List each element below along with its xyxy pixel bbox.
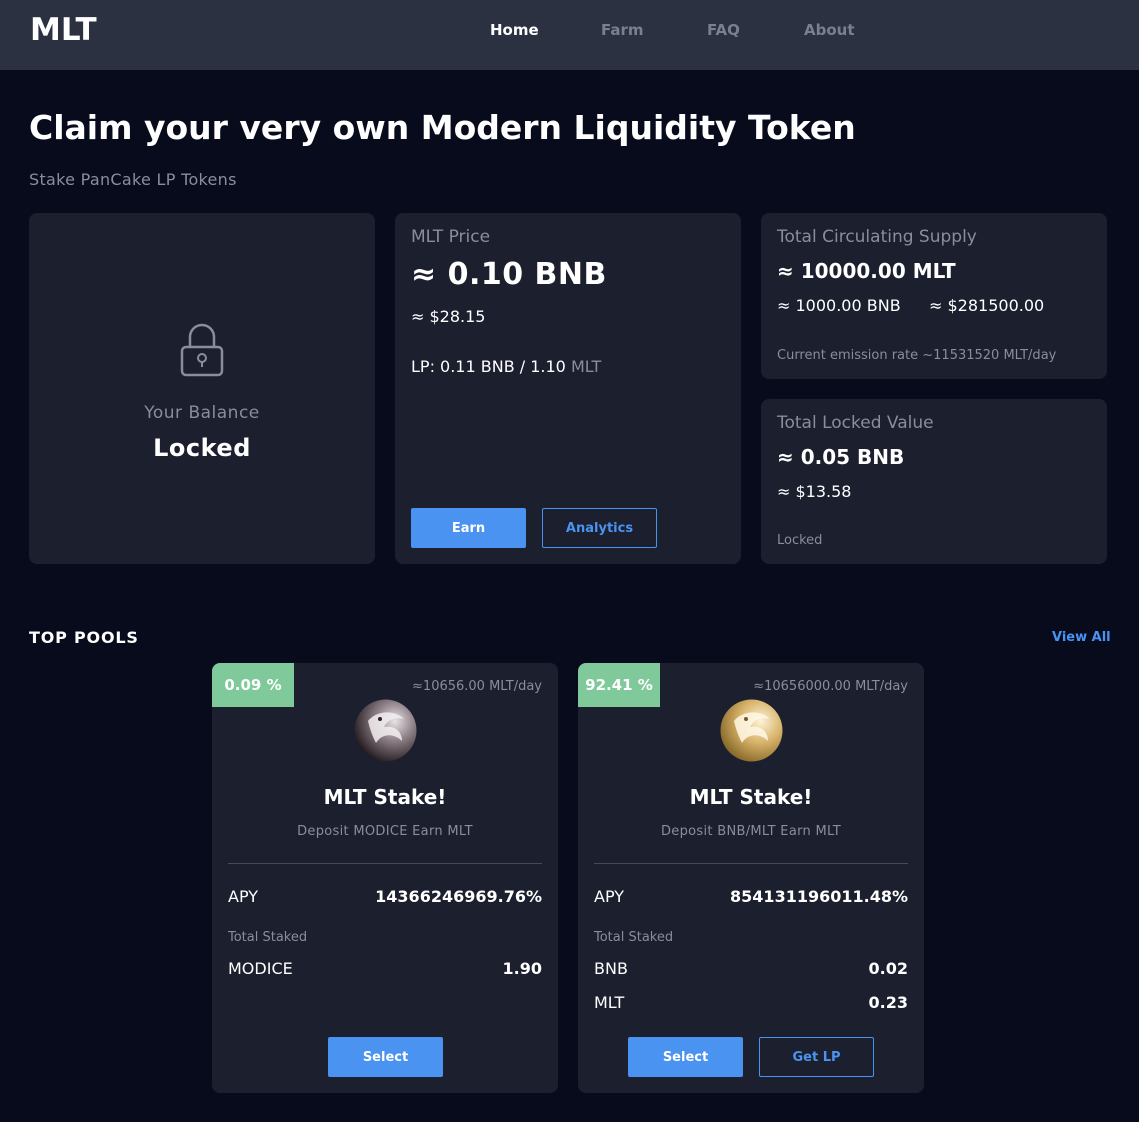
logo[interactable]: MLT: [30, 12, 97, 48]
pool-share-badge: 92.41 %: [578, 663, 660, 707]
divider: [228, 863, 542, 864]
pool-name: MLT Stake!: [323, 785, 447, 809]
lp-price-value: LP: 0.11 BNB / 1.10: [411, 357, 566, 376]
pool-rate: ≈10656000.00 MLT/day: [753, 679, 908, 694]
get-lp-button[interactable]: Get LP: [759, 1037, 874, 1077]
tvl-status: Locked: [777, 533, 823, 548]
staked-token-mlt: MLT: [594, 993, 625, 1012]
tvl-value: ≈ 0.05 BNB: [777, 445, 905, 469]
earn-button[interactable]: Earn: [411, 508, 526, 548]
analytics-button[interactable]: Analytics: [542, 508, 657, 548]
staked-amount-mlt: 0.23: [868, 993, 908, 1012]
top-pools-title: TOP POOLS: [29, 628, 139, 647]
select-pool-button[interactable]: Select: [628, 1037, 743, 1077]
balance-label: Your Balance: [144, 403, 260, 423]
pool-share-badge: 0.09 %: [212, 663, 294, 707]
page-subtitle: Stake PanCake LP Tokens: [29, 170, 237, 189]
balance-card: Your Balance Locked: [29, 213, 375, 564]
staked-amount-bnb: 0.02: [868, 959, 908, 978]
divider: [594, 863, 908, 864]
staked-token-bnb: BNB: [594, 959, 628, 978]
modice-token-icon: [354, 699, 417, 762]
lock-icon: [180, 323, 224, 377]
total-staked-label: Total Staked: [228, 930, 308, 945]
nav-link-home[interactable]: Home: [490, 21, 539, 39]
tvl-usd: ≈ $13.58: [777, 482, 852, 501]
apy-label: APY: [228, 887, 259, 906]
price-card: MLT Price ≈ 0.10 BNB ≈ $28.15 LP: 0.11 B…: [395, 213, 741, 564]
bnb-mlt-token-icon: [720, 699, 783, 762]
price-label: MLT Price: [411, 227, 491, 247]
tvl-card: Total Locked Value ≈ 0.05 BNB ≈ $13.58 L…: [761, 399, 1107, 564]
supply-bnb: ≈ 1000.00 BNB: [777, 296, 901, 315]
page-title: Claim your very own Modern Liquidity Tok…: [29, 108, 856, 147]
pool-name: MLT Stake!: [689, 785, 813, 809]
total-staked-label: Total Staked: [594, 930, 674, 945]
lp-price-unit: MLT: [570, 357, 602, 376]
price-usd: ≈ $28.15: [411, 307, 486, 326]
pool-description: Deposit MODICE Earn MLT: [297, 824, 473, 839]
nav-link-faq[interactable]: FAQ: [707, 21, 740, 39]
supply-value: ≈ 10000.00 MLT: [777, 259, 956, 283]
supply-card: Total Circulating Supply ≈ 10000.00 MLT …: [761, 213, 1107, 379]
select-pool-button[interactable]: Select: [328, 1037, 443, 1077]
tvl-label: Total Locked Value: [777, 413, 934, 433]
apy-value: 14366246969.76%: [375, 887, 542, 906]
nav-link-about[interactable]: About: [804, 21, 855, 39]
supply-usd: ≈ $281500.00: [929, 296, 1045, 315]
pool-description: Deposit BNB/MLT Earn MLT: [661, 824, 841, 839]
lp-price: LP: 0.11 BNB / 1.10 MLT: [411, 357, 601, 376]
staked-amount: 1.90: [502, 959, 542, 978]
pool-card-bnb-mlt: 92.41 % ≈10656000.00 MLT/day MLT Stake! …: [578, 663, 924, 1093]
pool-card-modice: 0.09 % ≈10656.00 MLT/day MLT Stake! Depo…: [212, 663, 558, 1093]
balance-value: Locked: [153, 434, 251, 462]
price-value: ≈ 0.10 BNB: [411, 257, 607, 292]
staked-token: MODICE: [228, 959, 293, 978]
nav-link-farm[interactable]: Farm: [601, 21, 644, 39]
apy-value: 854131196011.48%: [730, 887, 908, 906]
pool-rate: ≈10656.00 MLT/day: [412, 679, 542, 694]
emission-rate: Current emission rate ~11531520 MLT/day: [777, 348, 1057, 363]
supply-label: Total Circulating Supply: [777, 227, 977, 247]
apy-label: APY: [594, 887, 625, 906]
top-navbar: MLT Home Farm FAQ About: [0, 0, 1139, 70]
view-all-link[interactable]: View All: [1052, 630, 1111, 645]
